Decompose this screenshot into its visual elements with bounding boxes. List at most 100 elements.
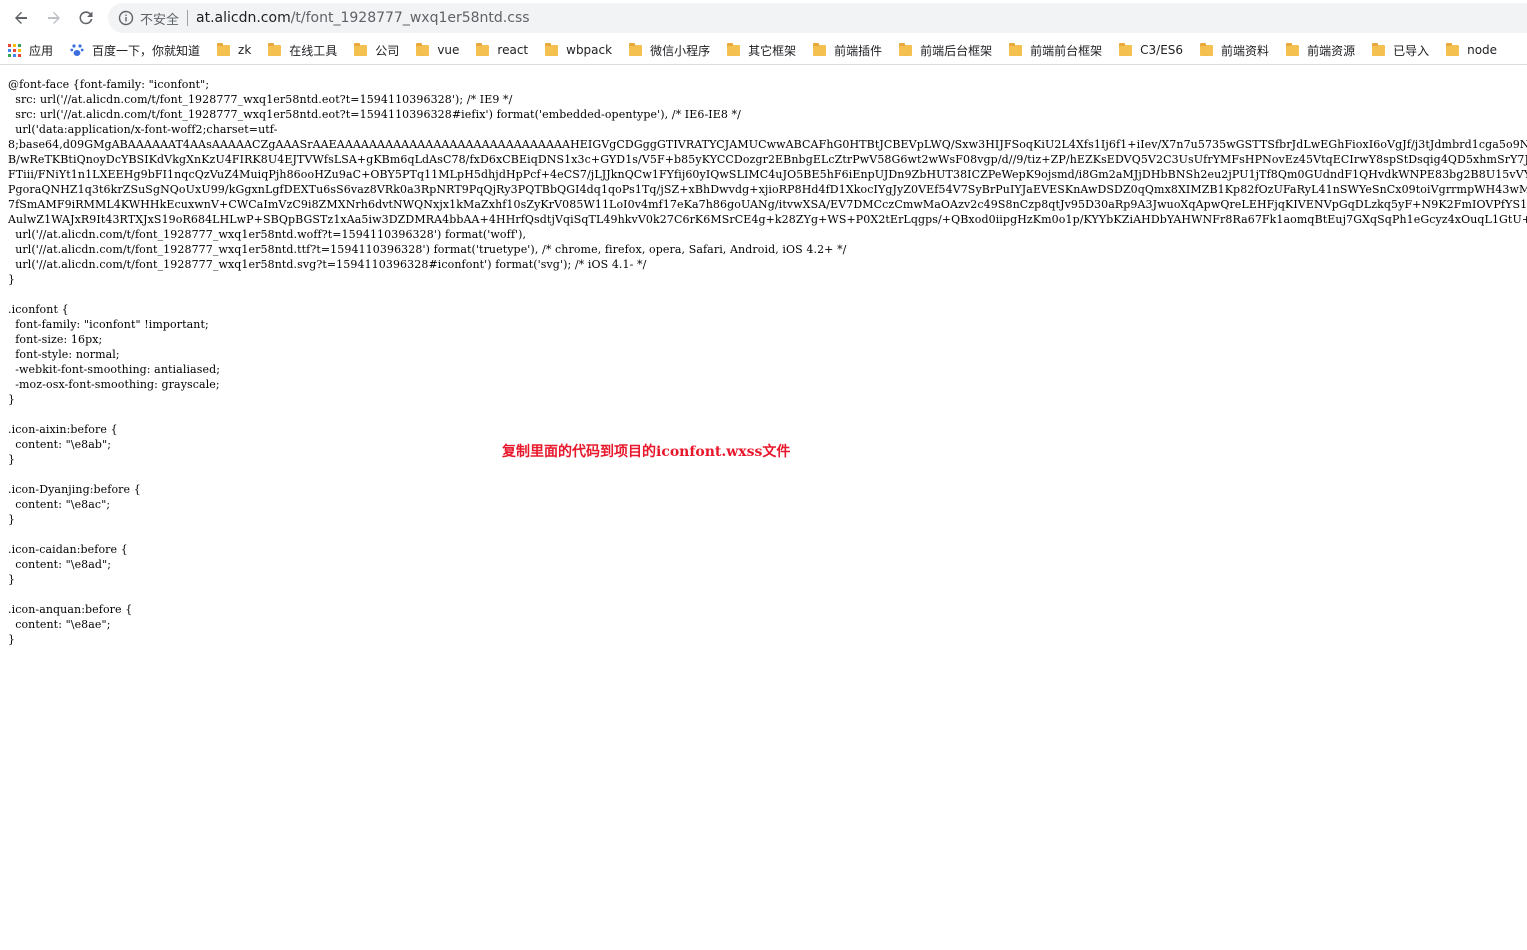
bookmark-item[interactable]: vue — [408, 38, 468, 62]
bookmark-item[interactable]: zk — [209, 38, 260, 62]
code-line: url('//at.alicdn.com/t/font_1928777_wxq1… — [8, 228, 527, 241]
code-line: .icon-anquan:before { — [8, 603, 133, 616]
code-line: 7fSmAMF9iRMML4KWHHkEcuxwnV+CWCaImVzC9i8Z… — [8, 198, 1527, 211]
bookmark-item[interactable]: 前端资料 — [1192, 38, 1278, 62]
code-line: src: url('//at.alicdn.com/t/font_1928777… — [8, 93, 513, 106]
code-line: FTiii/FNiYt1n1LXEEHg9bFI1nqcQzVuZ4MuiqPj… — [8, 168, 1527, 181]
bookmark-item[interactable]: 前端前台框架 — [1001, 38, 1111, 62]
folder-icon — [813, 42, 827, 56]
arrow-left-icon — [12, 9, 30, 27]
bookmark-label: 前端前台框架 — [1030, 43, 1103, 58]
bookmark-item[interactable]: node — [1438, 38, 1506, 62]
folder-icon — [268, 42, 282, 56]
folder-icon — [416, 42, 430, 56]
code-line: font-style: normal; — [8, 348, 120, 361]
code-line: content: "\e8ac"; — [8, 498, 111, 511]
bookmark-label: 百度一下，你就知道 — [92, 43, 201, 58]
code-line: AulwZ1WAJxR9It43RTXJxS19oR684LHLwP+SBQpB… — [8, 213, 1527, 226]
code-line: url('//at.alicdn.com/t/font_1928777_wxq1… — [8, 258, 647, 271]
code-line: font-family: "iconfont" !important; — [8, 318, 209, 331]
code-line: font-size: 16px; — [8, 333, 103, 346]
bookmark-label: 前端插件 — [834, 43, 883, 58]
css-source-text: @font-face {font-family: "iconfont"; src… — [8, 77, 1527, 647]
page-content: @font-face {font-family: "iconfont"; src… — [8, 77, 1527, 950]
bookmark-label: vue — [437, 43, 460, 57]
bookmark-label: 前端资源 — [1307, 43, 1356, 58]
bookmark-label: 微信小程序 — [650, 43, 711, 58]
folder-icon — [1286, 42, 1300, 56]
code-line: .icon-aixin:before { — [8, 423, 118, 436]
folder-icon — [1200, 42, 1214, 56]
bookmark-item[interactable]: C3/ES6 — [1111, 38, 1192, 62]
url-path[interactable]: /t/font_1928777_wxq1er58ntd.css — [291, 10, 530, 26]
bookmark-label: 已导入 — [1393, 43, 1430, 58]
folder-icon — [1446, 42, 1460, 56]
bookmark-item[interactable]: 百度一下，你就知道 — [62, 38, 209, 62]
code-line: B/wReTKBtiQnoyDcYBSIKdVkgXnKzU4FIRK8U4EJ… — [8, 153, 1527, 166]
code-line: url('data:application/x-font-woff2;chars… — [8, 123, 278, 136]
bookmark-item[interactable]: 在线工具 — [260, 38, 346, 62]
code-line: } — [8, 513, 16, 526]
code-line: src: url('//at.alicdn.com/t/font_1928777… — [8, 108, 741, 121]
bookmark-label: 其它框架 — [748, 43, 797, 58]
bookmark-label: 在线工具 — [289, 43, 338, 58]
bookmark-label: 前端后台框架 — [920, 43, 993, 58]
folder-icon — [217, 42, 231, 56]
folder-icon — [545, 42, 559, 56]
bookmark-item[interactable]: 前端后台框架 — [891, 38, 1001, 62]
code-line: 8;base64,d09GMgABAAAAAAT4AAsAAAAACZgAAAS… — [8, 138, 1527, 151]
back-button[interactable] — [9, 6, 33, 30]
folder-icon — [476, 42, 490, 56]
folder-icon — [354, 42, 368, 56]
bookmark-label: C3/ES6 — [1140, 43, 1184, 57]
code-line: -moz-osx-font-smoothing: grayscale; — [8, 378, 220, 391]
code-line: content: "\e8ad"; — [8, 558, 112, 571]
bookmark-label: 应用 — [29, 43, 54, 58]
code-line: url('//at.alicdn.com/t/font_1928777_wxq1… — [8, 243, 847, 256]
code-line: } — [8, 633, 16, 646]
security-label[interactable]: 不安全 — [140, 9, 179, 28]
code-line: @font-face {font-family: "iconfont"; — [8, 78, 210, 91]
url-host[interactable]: at.alicdn.com — [196, 10, 291, 26]
bookmark-item[interactable]: react — [468, 38, 537, 62]
bookmark-label: wbpack — [566, 43, 613, 57]
bookmarks-bar: 应用 百度一下，你就知道 zk 在线工具 公司 vue react wbpack 微信小程序 其它… — [0, 36, 1527, 65]
bookmark-item[interactable]: 前端插件 — [805, 38, 891, 62]
annotation-note: 复制里面的代码到项目的iconfont.wxss文件 — [502, 444, 791, 460]
reload-button[interactable] — [74, 6, 98, 30]
folder-icon — [1009, 42, 1023, 56]
apps-icon — [8, 43, 21, 57]
folder-icon — [899, 42, 913, 56]
bookmark-item[interactable]: 公司 — [346, 38, 408, 62]
folder-icon — [1119, 42, 1133, 56]
forward-button[interactable] — [42, 6, 66, 30]
bookmark-item[interactable]: wbpack — [537, 38, 621, 62]
arrow-right-icon — [45, 9, 63, 27]
code-line: } — [8, 273, 16, 286]
code-line: } — [8, 573, 16, 586]
code-line: .icon-Dyanjing:before { — [8, 483, 141, 496]
code-line: content: "\e8ae"; — [8, 618, 111, 631]
bookmark-item[interactable]: 微信小程序 — [621, 38, 719, 62]
code-line: .iconfont { — [8, 303, 69, 316]
code-line: PgoraQNHZ1q3t6krZSuSgNQoUxU99/kGgxnLgfDE… — [8, 183, 1527, 196]
bookmark-label: 前端资料 — [1221, 43, 1270, 58]
browser-toolbar: 不安全 at.alicdn.com /t/font_1928777_wxq1er… — [0, 0, 1527, 36]
address-bar[interactable]: 不安全 at.alicdn.com /t/font_1928777_wxq1er… — [108, 3, 1527, 33]
bookmark-item[interactable]: 应用 — [0, 38, 62, 62]
omnibox-divider — [187, 10, 189, 26]
folder-icon — [1372, 42, 1386, 56]
folder-icon — [629, 42, 643, 56]
bookmark-item[interactable]: 前端资源 — [1278, 38, 1364, 62]
code-line: .icon-caidan:before { — [8, 543, 128, 556]
code-line: } — [8, 453, 16, 466]
bookmark-item[interactable]: 已导入 — [1364, 38, 1438, 62]
bookmark-label: react — [497, 43, 529, 57]
folder-icon — [727, 42, 741, 56]
bookmark-label: node — [1467, 43, 1498, 57]
bookmark-item[interactable]: 其它框架 — [719, 38, 805, 62]
info-icon[interactable] — [118, 10, 134, 26]
reload-icon — [77, 9, 95, 27]
baidu-paw-icon — [70, 43, 84, 57]
bookmark-label: 公司 — [375, 43, 400, 58]
